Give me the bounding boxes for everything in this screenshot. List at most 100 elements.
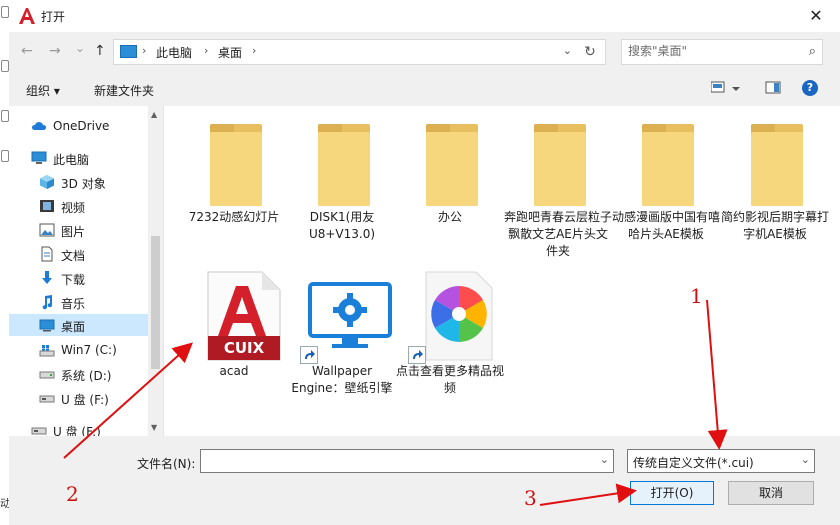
video-player-icon — [420, 270, 496, 362]
back-button[interactable]: ← — [21, 43, 33, 59]
filename-label: 文件名(N): — [137, 457, 196, 471]
file-name: 7232动感幻灯片 — [188, 210, 280, 224]
list-item[interactable]: DISK1(用友U8+V13.0) — [288, 106, 388, 241]
folder-icon — [318, 124, 370, 206]
scroll-up-icon[interactable]: ▲ — [151, 110, 157, 119]
background-marker — [1, 110, 9, 122]
sidebar-item-drive-d[interactable]: 系统 (D:) — [9, 363, 148, 385]
sidebar-scrollbar-thumb[interactable] — [151, 236, 160, 369]
sidebar-item-usb-f[interactable]: U 盘 (F:) — [9, 387, 148, 409]
list-item[interactable]: 奔跑吧青春云层粒子飘散文艺AE片头文件夹 — [504, 106, 612, 258]
desktop-icon — [39, 317, 55, 333]
file-list: 7232动感幻灯片 DISK1(用友U8+V13.0) 办公 奔跑吧青春云层粒子… — [163, 106, 840, 436]
folder-icon — [426, 124, 478, 206]
folder-icon — [642, 124, 694, 206]
file-name: acad — [219, 364, 249, 378]
annotation-number-3: 3 — [524, 486, 537, 510]
scroll-down-icon[interactable]: ▼ — [151, 423, 157, 432]
view-options-icon[interactable] — [710, 80, 741, 99]
command-bar: 组织 ▾ 新建文件夹 ? — [9, 74, 840, 104]
windows-drive-icon — [39, 342, 55, 358]
file-name: 奔跑吧青春云层粒子飘散文艺AE片头文件夹 — [504, 210, 613, 258]
picture-icon — [39, 222, 55, 238]
filename-input[interactable]: ⌄ — [200, 449, 614, 473]
up-button[interactable]: ↑ — [94, 43, 106, 59]
background-marker — [1, 60, 9, 72]
breadcrumb-this-pc[interactable]: 此电脑 — [156, 44, 192, 61]
preview-pane-icon[interactable] — [765, 80, 781, 99]
computer-icon — [120, 45, 137, 58]
help-icon[interactable]: ? — [802, 80, 818, 96]
music-icon — [39, 294, 55, 310]
breadcrumb-separator: › — [142, 44, 147, 57]
dialog-footer: 文件名(N): ⌄ 传统自定义文件(*.cui) ⌄ 打开(O) 取消 — [9, 436, 840, 525]
recent-locations-button[interactable]: ⌄ — [75, 41, 85, 55]
list-item[interactable]: 点击查看更多精品视频 — [396, 266, 504, 396]
forward-button[interactable]: → — [49, 43, 61, 59]
shortcut-arrow-icon — [300, 346, 318, 364]
list-item[interactable]: 动感漫画版中国有嘻哈片头AE模板 — [612, 106, 720, 241]
sidebar-item-videos[interactable]: 视频 — [9, 195, 148, 217]
chevron-down-icon[interactable]: ⌄ — [801, 453, 810, 466]
autocad-icon — [17, 6, 37, 26]
sidebar-item-label: OneDrive — [53, 119, 110, 133]
sidebar-item-label: 系统 (D:) — [61, 369, 112, 383]
list-item[interactable]: 简约影视后期字幕打字机AE模板 — [721, 106, 829, 241]
breadcrumb-separator: › — [204, 44, 209, 57]
sidebar-item-onedrive[interactable]: OneDrive — [9, 115, 148, 137]
sidebar-item-pictures[interactable]: 图片 — [9, 219, 148, 241]
chevron-down-icon[interactable]: ⌄ — [600, 453, 609, 466]
sidebar-item-downloads[interactable]: 下载 — [9, 267, 148, 289]
cloud-icon — [31, 118, 47, 134]
breadcrumb-separator: › — [252, 44, 257, 57]
list-item[interactable]: 7232动感幻灯片 — [180, 106, 280, 236]
file-name: 简约影视后期字幕打字机AE模板 — [721, 210, 830, 241]
list-item[interactable]: Wallpaper Engine：壁纸引擎 — [288, 266, 393, 416]
sidebar-item-music[interactable]: 音乐 — [9, 291, 148, 313]
search-input[interactable] — [622, 40, 798, 62]
sidebar-item-label: 音乐 — [61, 297, 86, 311]
sidebar-item-label: U 盘 (F:) — [61, 393, 109, 407]
refresh-button[interactable]: ↻ — [575, 39, 606, 65]
navigation-bar: ← → ⌄ ↑ › 此电脑 › 桌面 › ⌄ ↻ ⌕ — [9, 32, 840, 72]
usb-drive-icon — [39, 390, 55, 406]
sidebar-item-label: Win7 (C:) — [61, 343, 117, 357]
address-bar[interactable]: › 此电脑 › 桌面 › ⌄ — [113, 39, 577, 65]
close-button[interactable]: ✕ — [802, 4, 830, 28]
breadcrumb-desktop[interactable]: 桌面 — [218, 44, 242, 61]
computer-icon — [31, 150, 47, 166]
shortcut-arrow-icon — [408, 346, 426, 364]
open-file-dialog: 打开 ✕ ← → ⌄ ↑ › 此电脑 › 桌面 › ⌄ ↻ ⌕ 组织 ▾ 新建文… — [9, 0, 840, 525]
sidebar-item-this-pc[interactable]: 此电脑 — [9, 147, 148, 169]
open-button[interactable]: 打开(O) — [630, 481, 714, 505]
wallpaper-engine-icon — [308, 282, 392, 350]
sidebar-item-label: 桌面 — [61, 320, 86, 334]
organize-button[interactable]: 组织 ▾ — [26, 82, 60, 99]
sidebar-item-label: 此电脑 — [53, 153, 90, 167]
sidebar-item-documents[interactable]: 文档 — [9, 243, 148, 265]
sidebar-item-label: 图片 — [61, 225, 86, 239]
folder-icon — [210, 124, 262, 206]
sidebar-item-label: 3D 对象 — [61, 177, 106, 191]
folder-icon — [534, 124, 586, 206]
sidebar-item-label: 文档 — [61, 249, 86, 263]
drive-icon — [39, 366, 55, 382]
address-dropdown-icon[interactable]: ⌄ — [563, 44, 572, 57]
list-item[interactable]: 办公 — [396, 106, 496, 236]
file-name: Wallpaper Engine：壁纸引擎 — [291, 364, 393, 395]
video-icon — [39, 198, 55, 214]
background-marker — [1, 150, 9, 162]
new-folder-button[interactable]: 新建文件夹 — [94, 82, 154, 99]
sidebar-item-3d-objects[interactable]: 3D 对象 — [9, 171, 148, 193]
download-icon — [39, 270, 55, 286]
sidebar-item-drive-c[interactable]: Win7 (C:) — [9, 339, 148, 361]
sidebar-item-desktop[interactable]: 桌面 — [9, 314, 148, 336]
file-type-select[interactable]: 传统自定义文件(*.cui) ⌄ — [627, 449, 815, 473]
search-icon[interactable]: ⌕ — [809, 44, 816, 59]
file-type-value: 传统自定义文件(*.cui) — [633, 456, 754, 470]
list-item[interactable]: CUIX acad — [180, 266, 281, 386]
search-box: ⌕ — [621, 39, 823, 65]
sidebar-scrollbar[interactable]: ▲ ▼ — [148, 106, 163, 436]
cancel-button[interactable]: 取消 — [728, 481, 814, 505]
cuix-file-icon: CUIX — [204, 270, 284, 362]
